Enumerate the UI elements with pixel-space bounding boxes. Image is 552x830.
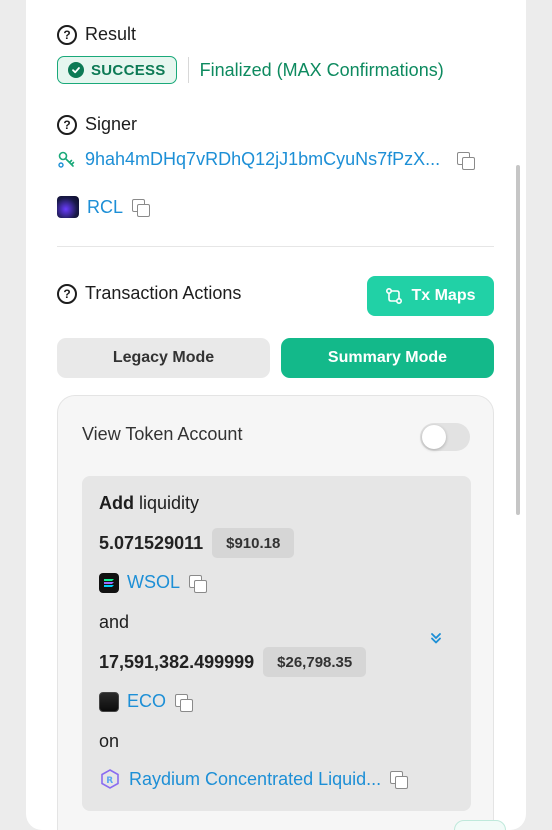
wsol-token-icon bbox=[99, 572, 119, 593]
action-verb: Add bbox=[99, 493, 134, 513]
question-circle-icon[interactable]: ? bbox=[57, 283, 77, 304]
toggle-knob bbox=[422, 425, 446, 449]
check-circle-icon bbox=[68, 62, 84, 78]
partial-element bbox=[454, 820, 506, 830]
action-object: liquidity bbox=[139, 493, 200, 513]
summary-line-amount2: 17,591,382.499999 $26,798.35 bbox=[99, 647, 367, 677]
eco-token-link[interactable]: ECO bbox=[127, 691, 166, 712]
status-badge: SUCCESS bbox=[57, 56, 177, 84]
summary-line-action: Add liquidity bbox=[99, 493, 199, 514]
amount1-usd-chip: $910.18 bbox=[212, 528, 295, 558]
copy-icon[interactable] bbox=[188, 574, 208, 593]
tx-maps-label: Tx Maps bbox=[411, 287, 476, 304]
copy-icon[interactable] bbox=[389, 770, 409, 789]
raydium-logo-icon: R bbox=[99, 768, 121, 790]
rcl-token-link[interactable]: RCL bbox=[87, 197, 123, 218]
result-status-row: SUCCESS Finalized (MAX Confirmations) bbox=[57, 56, 444, 84]
summary-line-connector2: on bbox=[99, 731, 119, 752]
raydium-protocol-link[interactable]: Raydium Concentrated Liquid... bbox=[129, 769, 381, 790]
summary-line-connector1: and bbox=[99, 612, 129, 633]
signer-address-link[interactable]: 9hah4mDHq7vRDhQ12jJ1bmCyuNs7fPzX... bbox=[85, 149, 440, 170]
tx-maps-button[interactable]: Tx Maps bbox=[367, 276, 494, 316]
summary-line-token2: ECO bbox=[99, 691, 194, 712]
copy-icon[interactable] bbox=[131, 198, 151, 217]
signer-key-icon bbox=[57, 150, 77, 170]
result-heading: ? Result bbox=[57, 24, 136, 45]
amount1-value: 5.071529011 bbox=[99, 532, 204, 553]
action-summary-box: Add liquidity 5.071529011 $910.18 WSOL a… bbox=[82, 476, 471, 811]
copy-icon[interactable] bbox=[456, 151, 476, 170]
signer-heading: ? Signer bbox=[57, 114, 137, 135]
svg-text:R: R bbox=[106, 776, 113, 786]
connector-and: and bbox=[99, 612, 130, 632]
copy-icon[interactable] bbox=[174, 693, 194, 712]
summary-mode-button[interactable]: Summary Mode bbox=[281, 338, 494, 378]
view-token-account-toggle[interactable] bbox=[420, 423, 470, 451]
question-circle-icon[interactable]: ? bbox=[57, 114, 77, 135]
section-divider bbox=[57, 246, 494, 247]
summary-line-amount1: 5.071529011 $910.18 bbox=[99, 528, 295, 558]
wsol-token-link[interactable]: WSOL bbox=[127, 572, 180, 593]
transaction-detail-card: ? Result SUCCESS Finalized (MAX Confirma… bbox=[26, 0, 526, 830]
transaction-actions-label: Transaction Actions bbox=[85, 283, 242, 303]
scrollbar[interactable] bbox=[516, 165, 520, 515]
status-badge-label: SUCCESS bbox=[91, 61, 166, 79]
signer-label: Signer bbox=[85, 114, 138, 134]
connector-on: on bbox=[99, 731, 120, 751]
amount2-value: 17,591,382.499999 bbox=[99, 651, 255, 672]
rcl-token-icon bbox=[57, 196, 79, 218]
question-circle-icon[interactable]: ? bbox=[57, 24, 77, 45]
route-icon bbox=[385, 287, 403, 305]
summary-line-protocol: R Raydium Concentrated Liquid... bbox=[99, 768, 409, 790]
amount2-usd-chip: $26,798.35 bbox=[263, 647, 367, 677]
transaction-actions-heading: ? Transaction Actions bbox=[57, 283, 241, 304]
summary-line-token1: WSOL bbox=[99, 572, 208, 593]
transaction-action-card: View Token Account Add liquidity 5.07152… bbox=[57, 395, 494, 830]
legacy-mode-button[interactable]: Legacy Mode bbox=[57, 338, 270, 378]
view-token-account-label: View Token Account bbox=[82, 424, 243, 444]
double-chevron-down-icon[interactable] bbox=[429, 631, 443, 650]
eco-token-icon bbox=[99, 691, 119, 712]
signer-address-row: 9hah4mDHq7vRDhQ12jJ1bmCyuNs7fPzX... bbox=[57, 149, 476, 170]
finalized-text: Finalized (MAX Confirmations) bbox=[199, 59, 444, 80]
signer-token-row: RCL bbox=[57, 196, 151, 218]
status-separator bbox=[187, 57, 189, 83]
result-label: Result bbox=[85, 24, 137, 44]
